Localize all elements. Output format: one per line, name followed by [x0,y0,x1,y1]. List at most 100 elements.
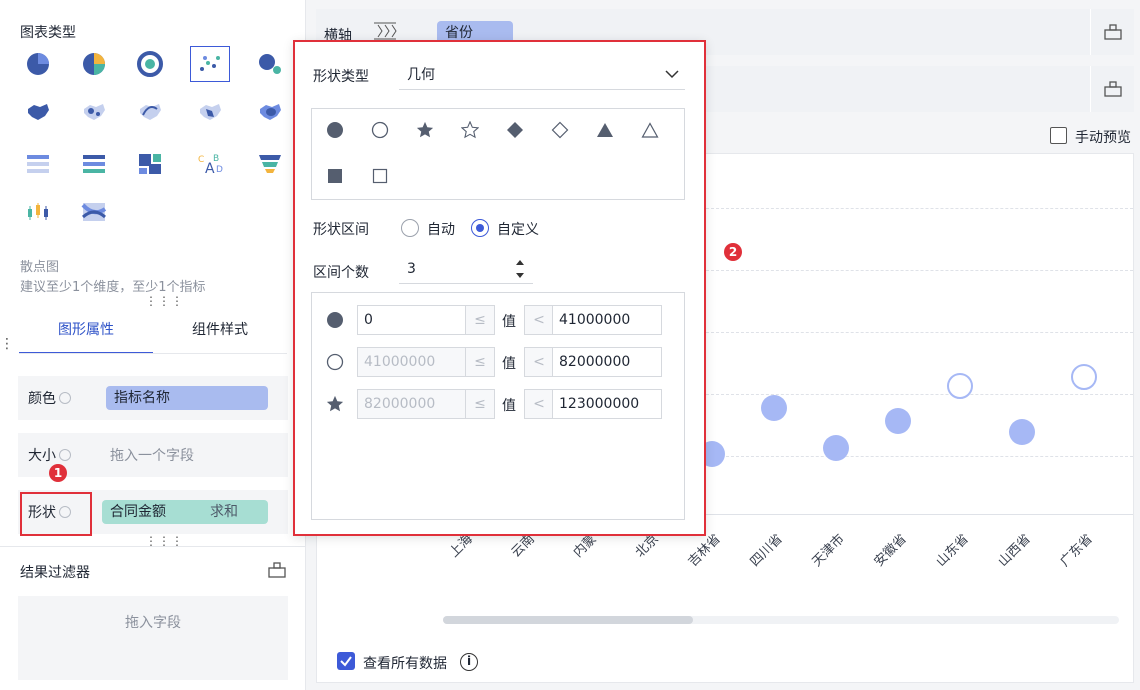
selected-chart-name: 散点图 [20,260,60,275]
tab-divider [19,353,287,354]
range-row: 0 ≤ 值 <41000000 [312,305,682,335]
color-property-row[interactable]: 颜色 指标名称 [18,376,288,420]
k-line-chart-icon[interactable] [18,194,58,230]
horizontal-scrollbar[interactable] [443,616,1119,624]
svg-text:B: B [213,154,219,164]
range-custom-radio[interactable] [471,219,489,237]
size-drop-placeholder[interactable]: 拖入一个字段 [110,445,194,465]
hierarchy-icon [1103,24,1122,40]
filled-circle-icon[interactable] [326,311,344,333]
annotation-badge-2: 2 [724,243,742,261]
filter-settings-icon[interactable] [268,562,286,582]
range-compare-select[interactable]: < [524,347,554,377]
rank-list-icon[interactable] [18,146,58,182]
gear-icon[interactable] [59,506,71,518]
range-value-label: 值 [502,314,516,330]
region-map-icon[interactable] [190,94,230,130]
x-tick-label: 安徽省 [871,531,910,570]
filter-placeholder: 拖入字段 [125,615,181,631]
scrollbar-thumb[interactable] [443,616,693,624]
hollow-diamond-icon[interactable] [549,119,571,141]
hierarchy-icon [1103,81,1122,97]
range-to-input[interactable]: 41000000 [552,305,662,335]
size-label: 大小 [28,445,71,465]
flow-map-icon[interactable] [130,94,170,130]
shape-type-label: 形状类型 [313,69,369,85]
range-compare-select[interactable]: ≤ [465,305,495,335]
x-tick-label: 山东省 [933,531,972,570]
info-icon[interactable]: i [460,653,478,671]
range-to-input[interactable]: 82000000 [552,347,662,377]
tab-graph-properties[interactable]: 图形属性 [19,312,153,354]
filter-title: 结果过滤器 [20,565,90,581]
sankey-chart-icon[interactable] [74,194,114,230]
filter-drop-zone[interactable]: 拖入字段 [18,596,288,680]
x-axis-settings[interactable] [1090,9,1134,55]
x-tick-label: 广东省 [1057,531,1096,570]
range-from-input: 41000000 [357,347,467,377]
tab-component-style[interactable]: 组件样式 [153,312,287,354]
range-from-input: 82000000 [357,389,467,419]
donut-chart-icon[interactable] [74,46,114,82]
treemap-icon[interactable] [130,146,170,182]
range-auto-radio[interactable] [401,219,419,237]
color-field-pill[interactable]: 指标名称 [106,386,268,410]
hollow-star-icon[interactable] [459,119,481,141]
shape-field-aggregation[interactable]: 求和 [210,500,238,524]
hollow-circle-icon[interactable] [326,353,344,375]
range-value-label: 值 [502,398,516,414]
pie-chart-icon[interactable] [18,46,58,82]
range-to-input[interactable]: 123000000 [552,389,662,419]
range-auto-label: 自动 [427,222,455,238]
bubble-chart-icon[interactable] [250,46,290,82]
manual-preview-checkbox[interactable] [1050,127,1067,144]
filled-triangle-icon[interactable] [594,119,616,141]
range-value-label: 值 [502,356,516,372]
color-label: 颜色 [28,388,71,408]
hollow-square-icon[interactable] [369,165,391,187]
filled-square-icon[interactable] [324,165,346,187]
side-drag-handle-icon[interactable]: ⋮ [0,336,14,352]
stepper-arrows-icon [516,260,524,278]
range-compare-select[interactable]: < [524,305,554,335]
range-table: 0 ≤ 值 <41000000 41000000 ≤ 值 <82000000 82000000 ≤… [311,292,685,520]
dot-map-icon[interactable] [74,94,114,130]
shape-type-value: 几何 [407,67,435,83]
shape-icon-grid [311,108,685,200]
funnel-chart-icon[interactable] [250,146,290,182]
y-axis-settings[interactable] [1090,66,1134,112]
range-custom-label: 自定义 [497,222,539,238]
range-compare-select[interactable]: ≤ [465,389,495,419]
shape-field-pill[interactable]: 合同金额 求和 [102,500,268,524]
shape-property-row[interactable]: 形状 合同金额 求和 [18,490,288,536]
gear-icon[interactable] [59,392,71,404]
heat-map-icon[interactable] [250,94,290,130]
chart-type-title: 图表类型 [20,25,76,41]
range-compare-select[interactable]: < [524,389,554,419]
range-from-input[interactable]: 0 [357,305,467,335]
scatter-chart-icon[interactable] [190,46,230,82]
filled-circle-icon[interactable] [324,119,346,141]
range-count-value: 3 [407,261,416,277]
ring-chart-icon[interactable] [130,46,170,82]
manual-preview-label: 手动预览 [1075,130,1131,146]
china-map-icon[interactable] [18,94,58,130]
range-compare-select[interactable]: ≤ [465,347,495,377]
shape-type-select[interactable]: 几何 [399,58,685,90]
filled-star-icon[interactable] [326,395,344,417]
bar-list-icon[interactable] [74,146,114,182]
word-cloud-icon[interactable]: CABD [190,146,230,182]
shape-range-label: 形状区间 [313,222,369,238]
svg-text:C: C [198,155,204,165]
hollow-circle-icon[interactable] [369,119,391,141]
filled-diamond-icon[interactable] [504,119,526,141]
annotation-badge-1: 1 [49,464,67,482]
section-divider [0,546,306,547]
x-tick-label: 天津市 [809,531,848,570]
view-all-checkbox[interactable] [337,652,355,670]
gear-icon[interactable] [59,449,71,461]
drag-handle-icon[interactable]: ⋮⋮⋮ [145,294,184,308]
range-count-stepper[interactable]: 3 [399,254,533,284]
hollow-triangle-icon[interactable] [639,119,661,141]
filled-star-icon[interactable] [414,119,436,141]
